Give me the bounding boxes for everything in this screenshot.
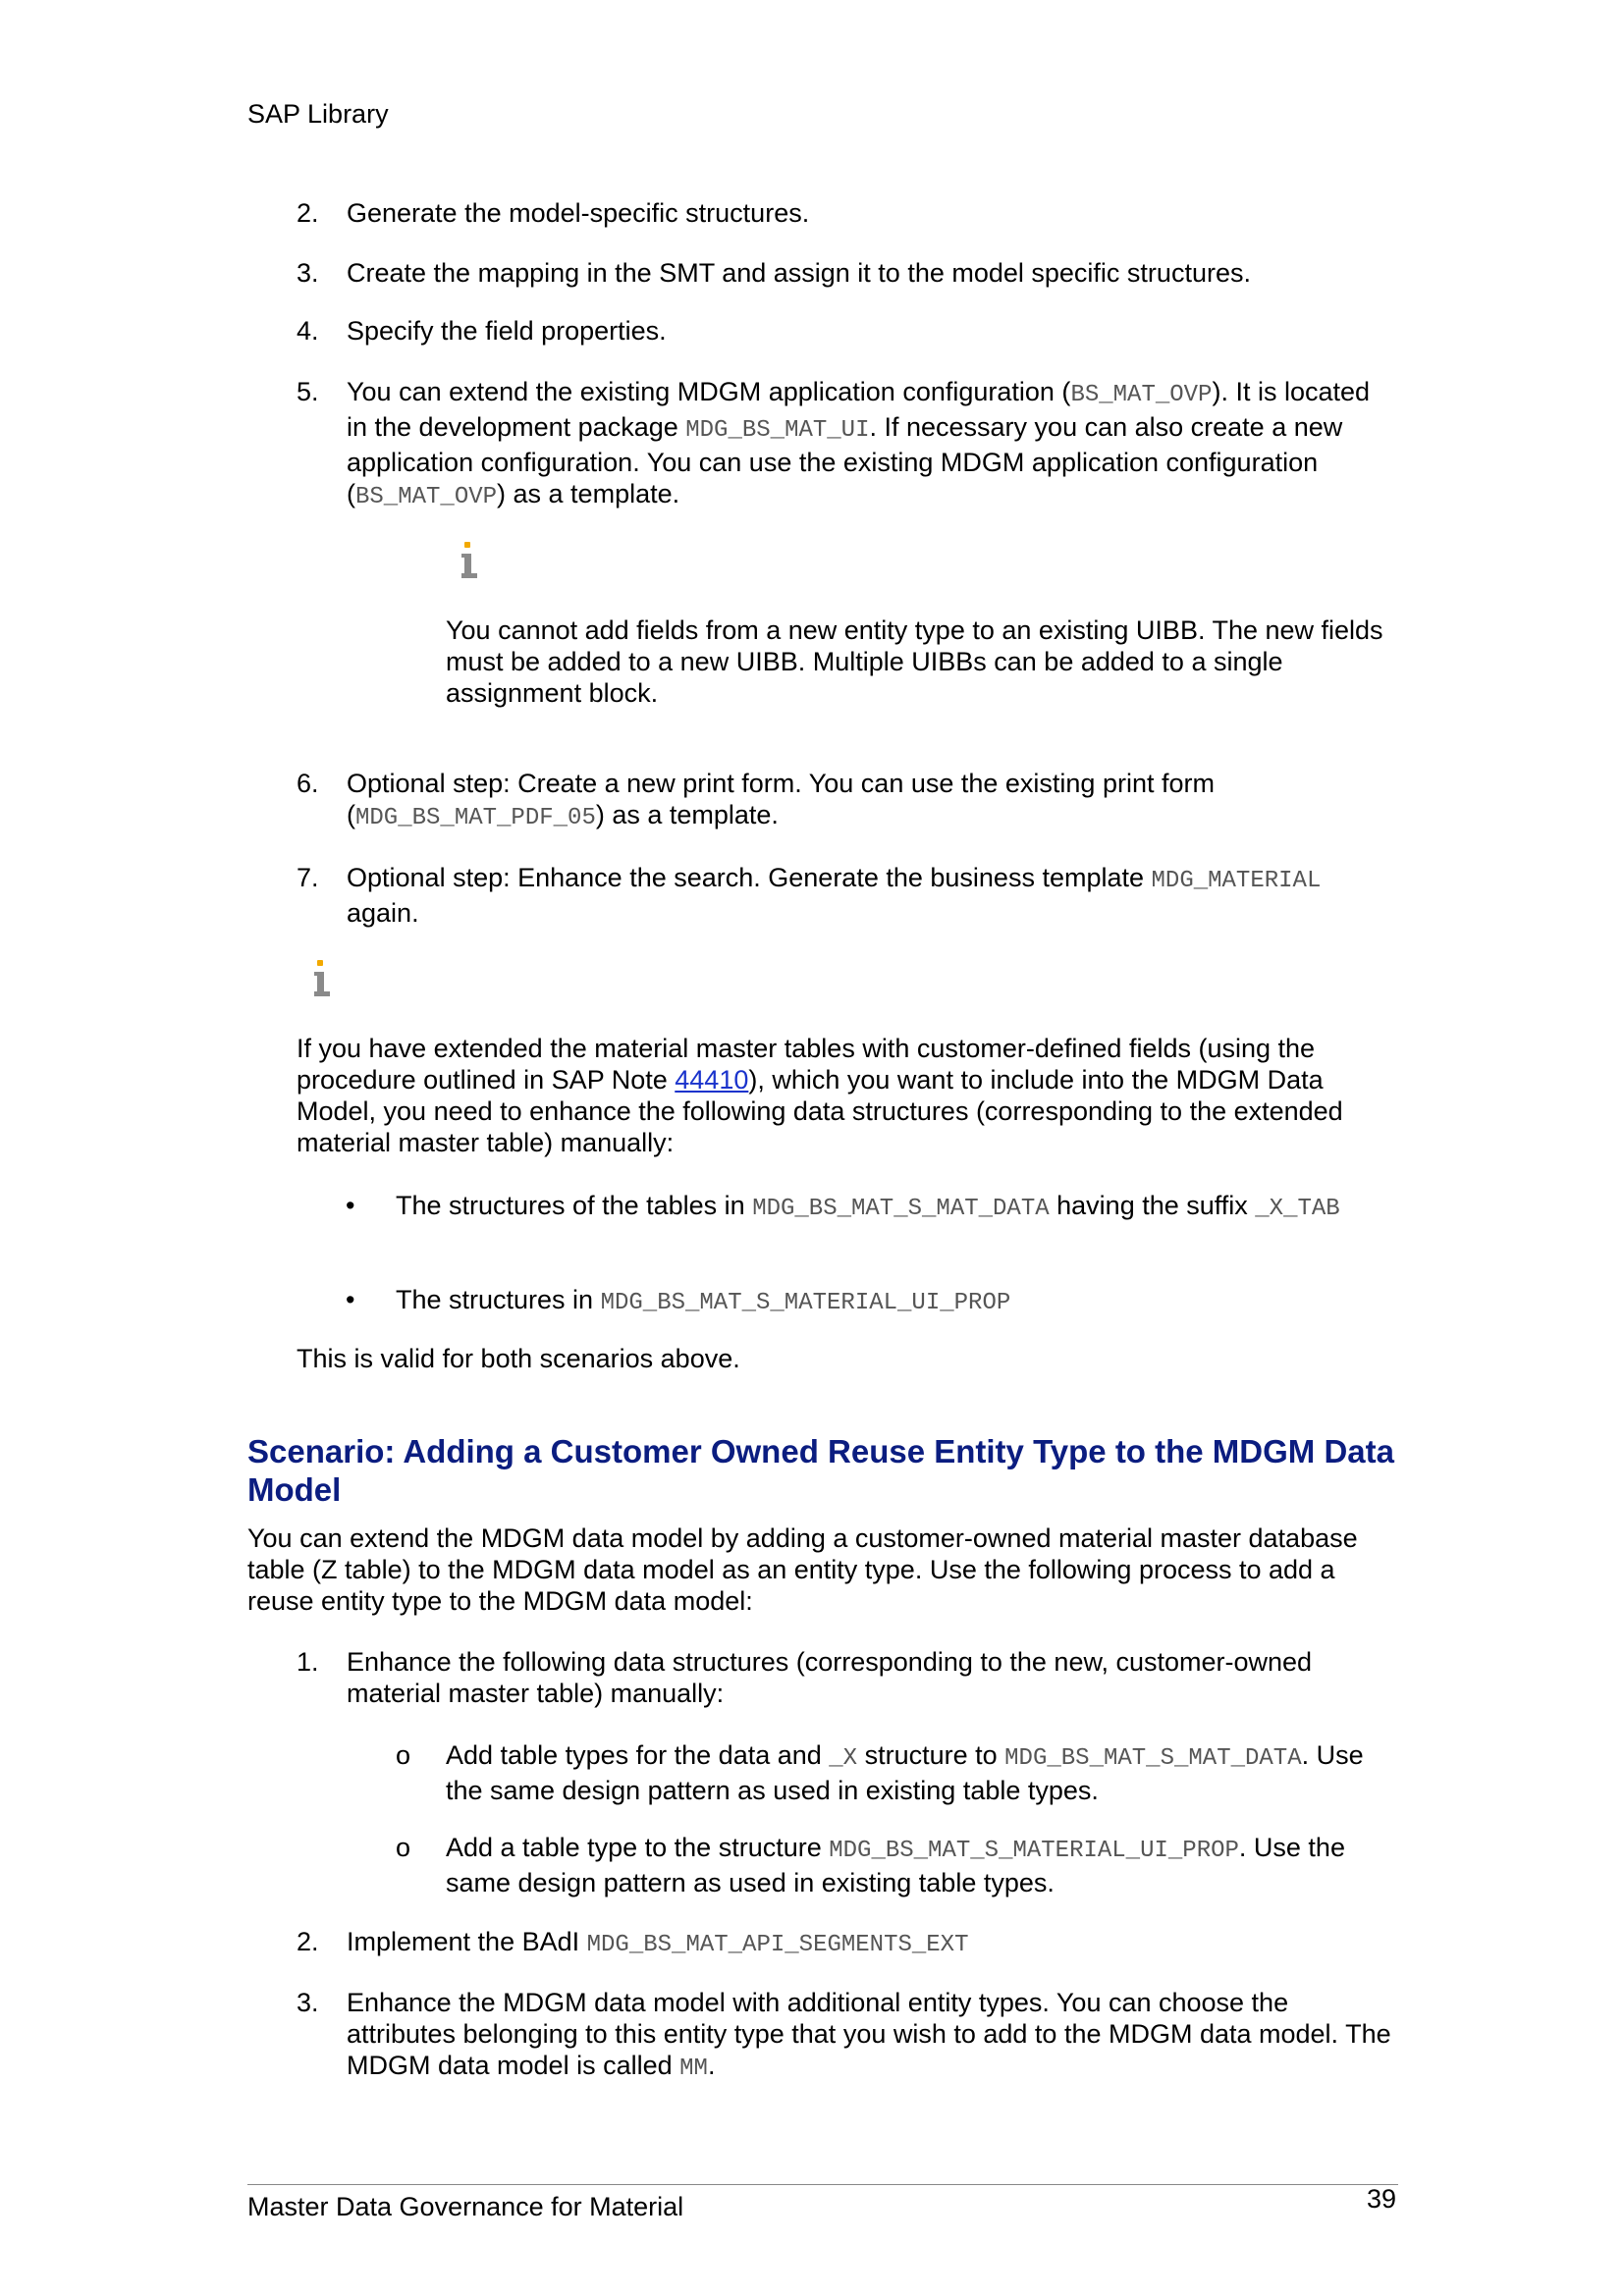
page-header: SAP Library [247, 99, 389, 129]
sap-note-link[interactable]: 44410 [675, 1065, 748, 1095]
code-print-form: MDG_BS_MAT_PDF_05 [355, 805, 596, 831]
note-uibb: You cannot add fields from a new entity … [446, 615, 1383, 708]
bullet-item: The structures in MDG_BS_MAT_S_MATERIAL_… [396, 1285, 1011, 1316]
code-mat-data: MDG_BS_MAT_S_MAT_DATA [1004, 1745, 1302, 1772]
step-6-number: 6. [297, 769, 319, 798]
step-3-text: Create the mapping in the SMT and assign… [347, 258, 1251, 288]
code-mm: MM [679, 2056, 708, 2082]
section-step-1-number: 1. [297, 1647, 319, 1677]
info-icon [461, 542, 477, 581]
code-bs-mat-ovp: BS_MAT_OVP [355, 484, 498, 510]
step-3-number: 3. [297, 258, 319, 288]
sub-bullet-mark: o [396, 1740, 411, 1770]
page-number: 39 [1366, 2184, 1396, 2214]
section-intro: You can extend the MDGM data model by ad… [247, 1523, 1358, 1616]
section-heading: Scenario: Adding a Customer Owned Reuse … [247, 1433, 1394, 1508]
bullet-mark: • [346, 1285, 355, 1314]
code-x: _X [829, 1745, 858, 1772]
code-mat-data: MDG_BS_MAT_S_MAT_DATA [752, 1196, 1050, 1222]
step-7-text: Optional step: Enhance the search. Gener… [347, 863, 1322, 928]
code-badi: MDG_BS_MAT_API_SEGMENTS_EXT [586, 1932, 969, 1958]
step-4-text: Specify the field properties. [347, 316, 667, 346]
code-x-tab: _X_TAB [1255, 1196, 1340, 1222]
section-step-1-text: Enhance the following data structures (c… [347, 1647, 1313, 1708]
sub-bullet-mark: o [396, 1833, 411, 1862]
step-5-text: You can extend the existing MDGM applica… [347, 377, 1371, 510]
code-material-ui-prop: MDG_BS_MAT_S_MATERIAL_UI_PROP [600, 1290, 1011, 1316]
code-mdg-material: MDG_MATERIAL [1151, 868, 1322, 894]
footer-title: Master Data Governance for Material [247, 2192, 684, 2221]
sub-bullet-item: Add table types for the data and _X stru… [446, 1740, 1364, 1805]
bullet-mark: • [346, 1191, 355, 1220]
code-material-ui-prop: MDG_BS_MAT_S_MATERIAL_UI_PROP [829, 1838, 1239, 1864]
code-bs-mat-ovp: BS_MAT_OVP [1070, 382, 1213, 408]
step-5-number: 5. [297, 377, 319, 406]
section-step-3-number: 3. [297, 1988, 319, 2017]
step-2-text: Generate the model-specific structures. [347, 198, 810, 228]
sub-bullet-item: Add a table type to the structure MDG_BS… [446, 1833, 1345, 1897]
footer-divider [247, 2184, 1398, 2185]
code-mdg-bs-mat-ui: MDG_BS_MAT_UI [685, 417, 870, 444]
info-icon [314, 960, 330, 999]
section-step-2-text: Implement the BAdI MDG_BS_MAT_API_SEGMEN… [347, 1927, 969, 1958]
section-step-2-number: 2. [297, 1927, 319, 1956]
valid-text: This is valid for both scenarios above. [297, 1344, 740, 1373]
step-4-number: 4. [297, 316, 319, 346]
step-7-number: 7. [297, 863, 319, 892]
step-6-text: Optional step: Create a new print form. … [347, 769, 1215, 831]
section-step-3-text: Enhance the MDGM data model with additio… [347, 1988, 1391, 2082]
step-2-number: 2. [297, 198, 319, 228]
note-sap-note: If you have extended the material master… [297, 1034, 1343, 1157]
bullet-item: The structures of the tables in MDG_BS_M… [396, 1191, 1340, 1222]
